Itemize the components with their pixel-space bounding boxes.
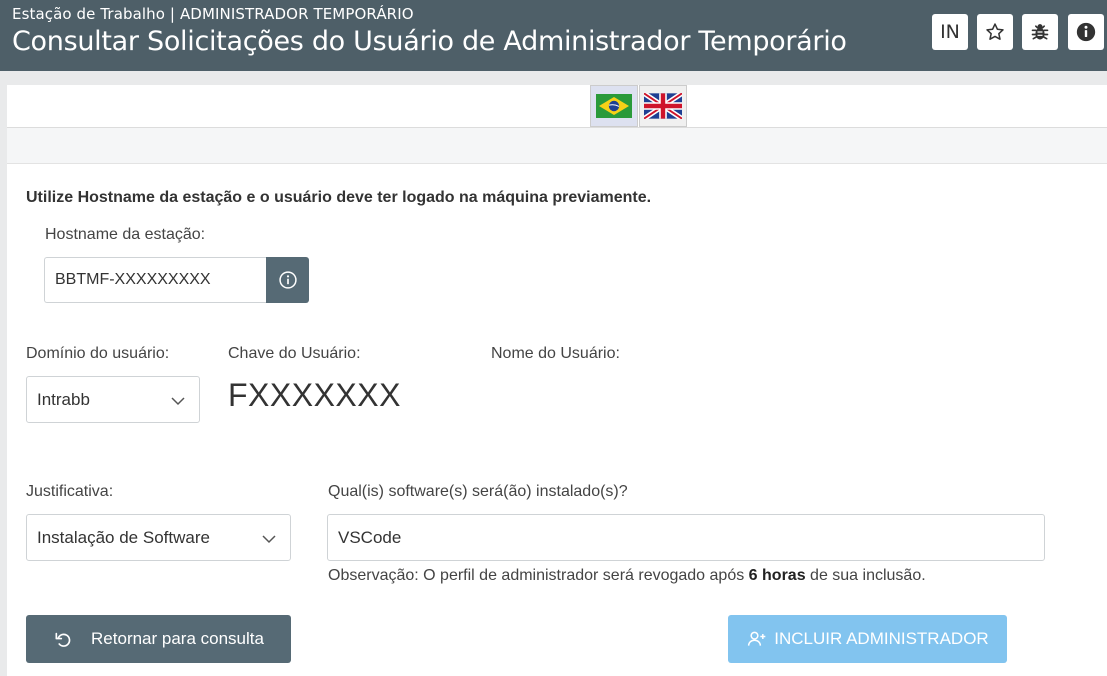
brazil-flag-icon: [596, 94, 632, 118]
hostname-info-button[interactable]: [266, 257, 309, 303]
chevron-down-icon: [171, 397, 185, 406]
add-button-label: INCLUIR ADMINISTRADOR: [774, 629, 989, 648]
language-pt-br-button[interactable]: [590, 85, 638, 127]
page-title: Consultar Solicitações do Usuário de Adm…: [12, 26, 847, 57]
hostname-input[interactable]: [44, 257, 266, 303]
add-administrator-button[interactable]: INCLUIR ADMINISTRADOR: [728, 615, 1007, 663]
info-circle-icon: [278, 271, 297, 289]
favorite-button[interactable]: [977, 14, 1013, 50]
instruction-text: Utilize Hostname da estação e o usuário …: [26, 189, 652, 206]
user-name-label: Nome do Usuário:: [491, 345, 620, 362]
hostname-label: Hostname da estação:: [45, 226, 206, 243]
software-label: Qual(is) software(s) será(ão) instalado(…: [328, 483, 628, 500]
section-header-strip: [7, 128, 1107, 164]
star-icon: [986, 23, 1004, 40]
chevron-down-icon: [262, 535, 276, 544]
domain-select[interactable]: Intrabb: [26, 376, 200, 423]
app-header: Estação de Trabalho | ADMINISTRADOR TEMP…: [0, 0, 1107, 71]
justification-label: Justificativa:: [26, 483, 114, 500]
note-text-end: de sua inclusão.: [805, 567, 926, 584]
domain-label: Domínio do usuário:: [26, 345, 170, 362]
back-button-label: Retornar para consulta: [91, 629, 264, 648]
undo-icon: [55, 632, 71, 647]
info-icon: [1076, 22, 1096, 42]
info-button[interactable]: [1068, 14, 1104, 50]
note-duration: 6 horas: [748, 567, 806, 584]
domain-select-value: Intrabb: [37, 389, 90, 409]
justification-select-value: Instalação de Software: [37, 527, 210, 547]
language-bar: [7, 85, 1107, 128]
breadcrumb: Estação de Trabalho | ADMINISTRADOR TEMP…: [12, 5, 414, 23]
justification-select[interactable]: Instalação de Software: [26, 514, 291, 561]
add-user-icon: [748, 631, 766, 646]
bug-icon: [1031, 24, 1049, 40]
user-key-label: Chave do Usuário:: [228, 345, 361, 362]
back-to-query-button[interactable]: Retornar para consulta: [26, 615, 291, 663]
language-en-button[interactable]: [639, 85, 687, 127]
user-key-value: FXXXXXXX: [228, 377, 401, 413]
report-bug-button[interactable]: [1022, 14, 1058, 50]
software-input[interactable]: [327, 514, 1045, 561]
note-text: Observação: O perfil de administrador se…: [328, 567, 749, 584]
in-button[interactable]: IN: [932, 14, 968, 50]
uk-flag-icon: [644, 93, 682, 119]
observation-note: Observação: O perfil de administrador se…: [328, 567, 926, 585]
